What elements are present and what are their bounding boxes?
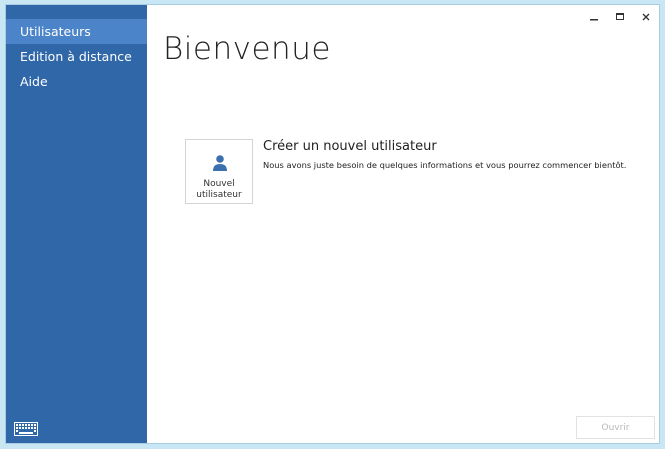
main-content: Bienvenue Nouvel utilisateur Créer un no…: [147, 5, 659, 443]
sidebar: Utilisateurs Edition à distance Aide: [6, 5, 147, 443]
new-user-tile[interactable]: Nouvel utilisateur: [185, 139, 253, 204]
create-user-description: Nous avons juste besoin de quelques info…: [263, 160, 627, 170]
sidebar-item-utilisateurs[interactable]: Utilisateurs: [6, 19, 147, 44]
sidebar-item-edition-a-distance[interactable]: Edition à distance: [6, 44, 147, 69]
sidebar-item-aide[interactable]: Aide: [6, 69, 147, 94]
app-window: Utilisateurs Edition à distance Aide Bie…: [5, 4, 660, 444]
new-user-tile-label-line2: utilisateur: [196, 190, 242, 200]
sidebar-nav: Utilisateurs Edition à distance Aide: [6, 19, 147, 94]
open-button[interactable]: Ouvrir: [576, 416, 655, 439]
new-user-tile-label-line1: Nouvel: [203, 179, 235, 189]
new-user-tile-label: Nouvel utilisateur: [186, 179, 252, 201]
page-title: Bienvenue: [163, 31, 331, 67]
create-user-title: Créer un nouvel utilisateur: [263, 139, 437, 154]
user-icon: [212, 154, 228, 172]
keyboard-icon[interactable]: [14, 421, 38, 436]
